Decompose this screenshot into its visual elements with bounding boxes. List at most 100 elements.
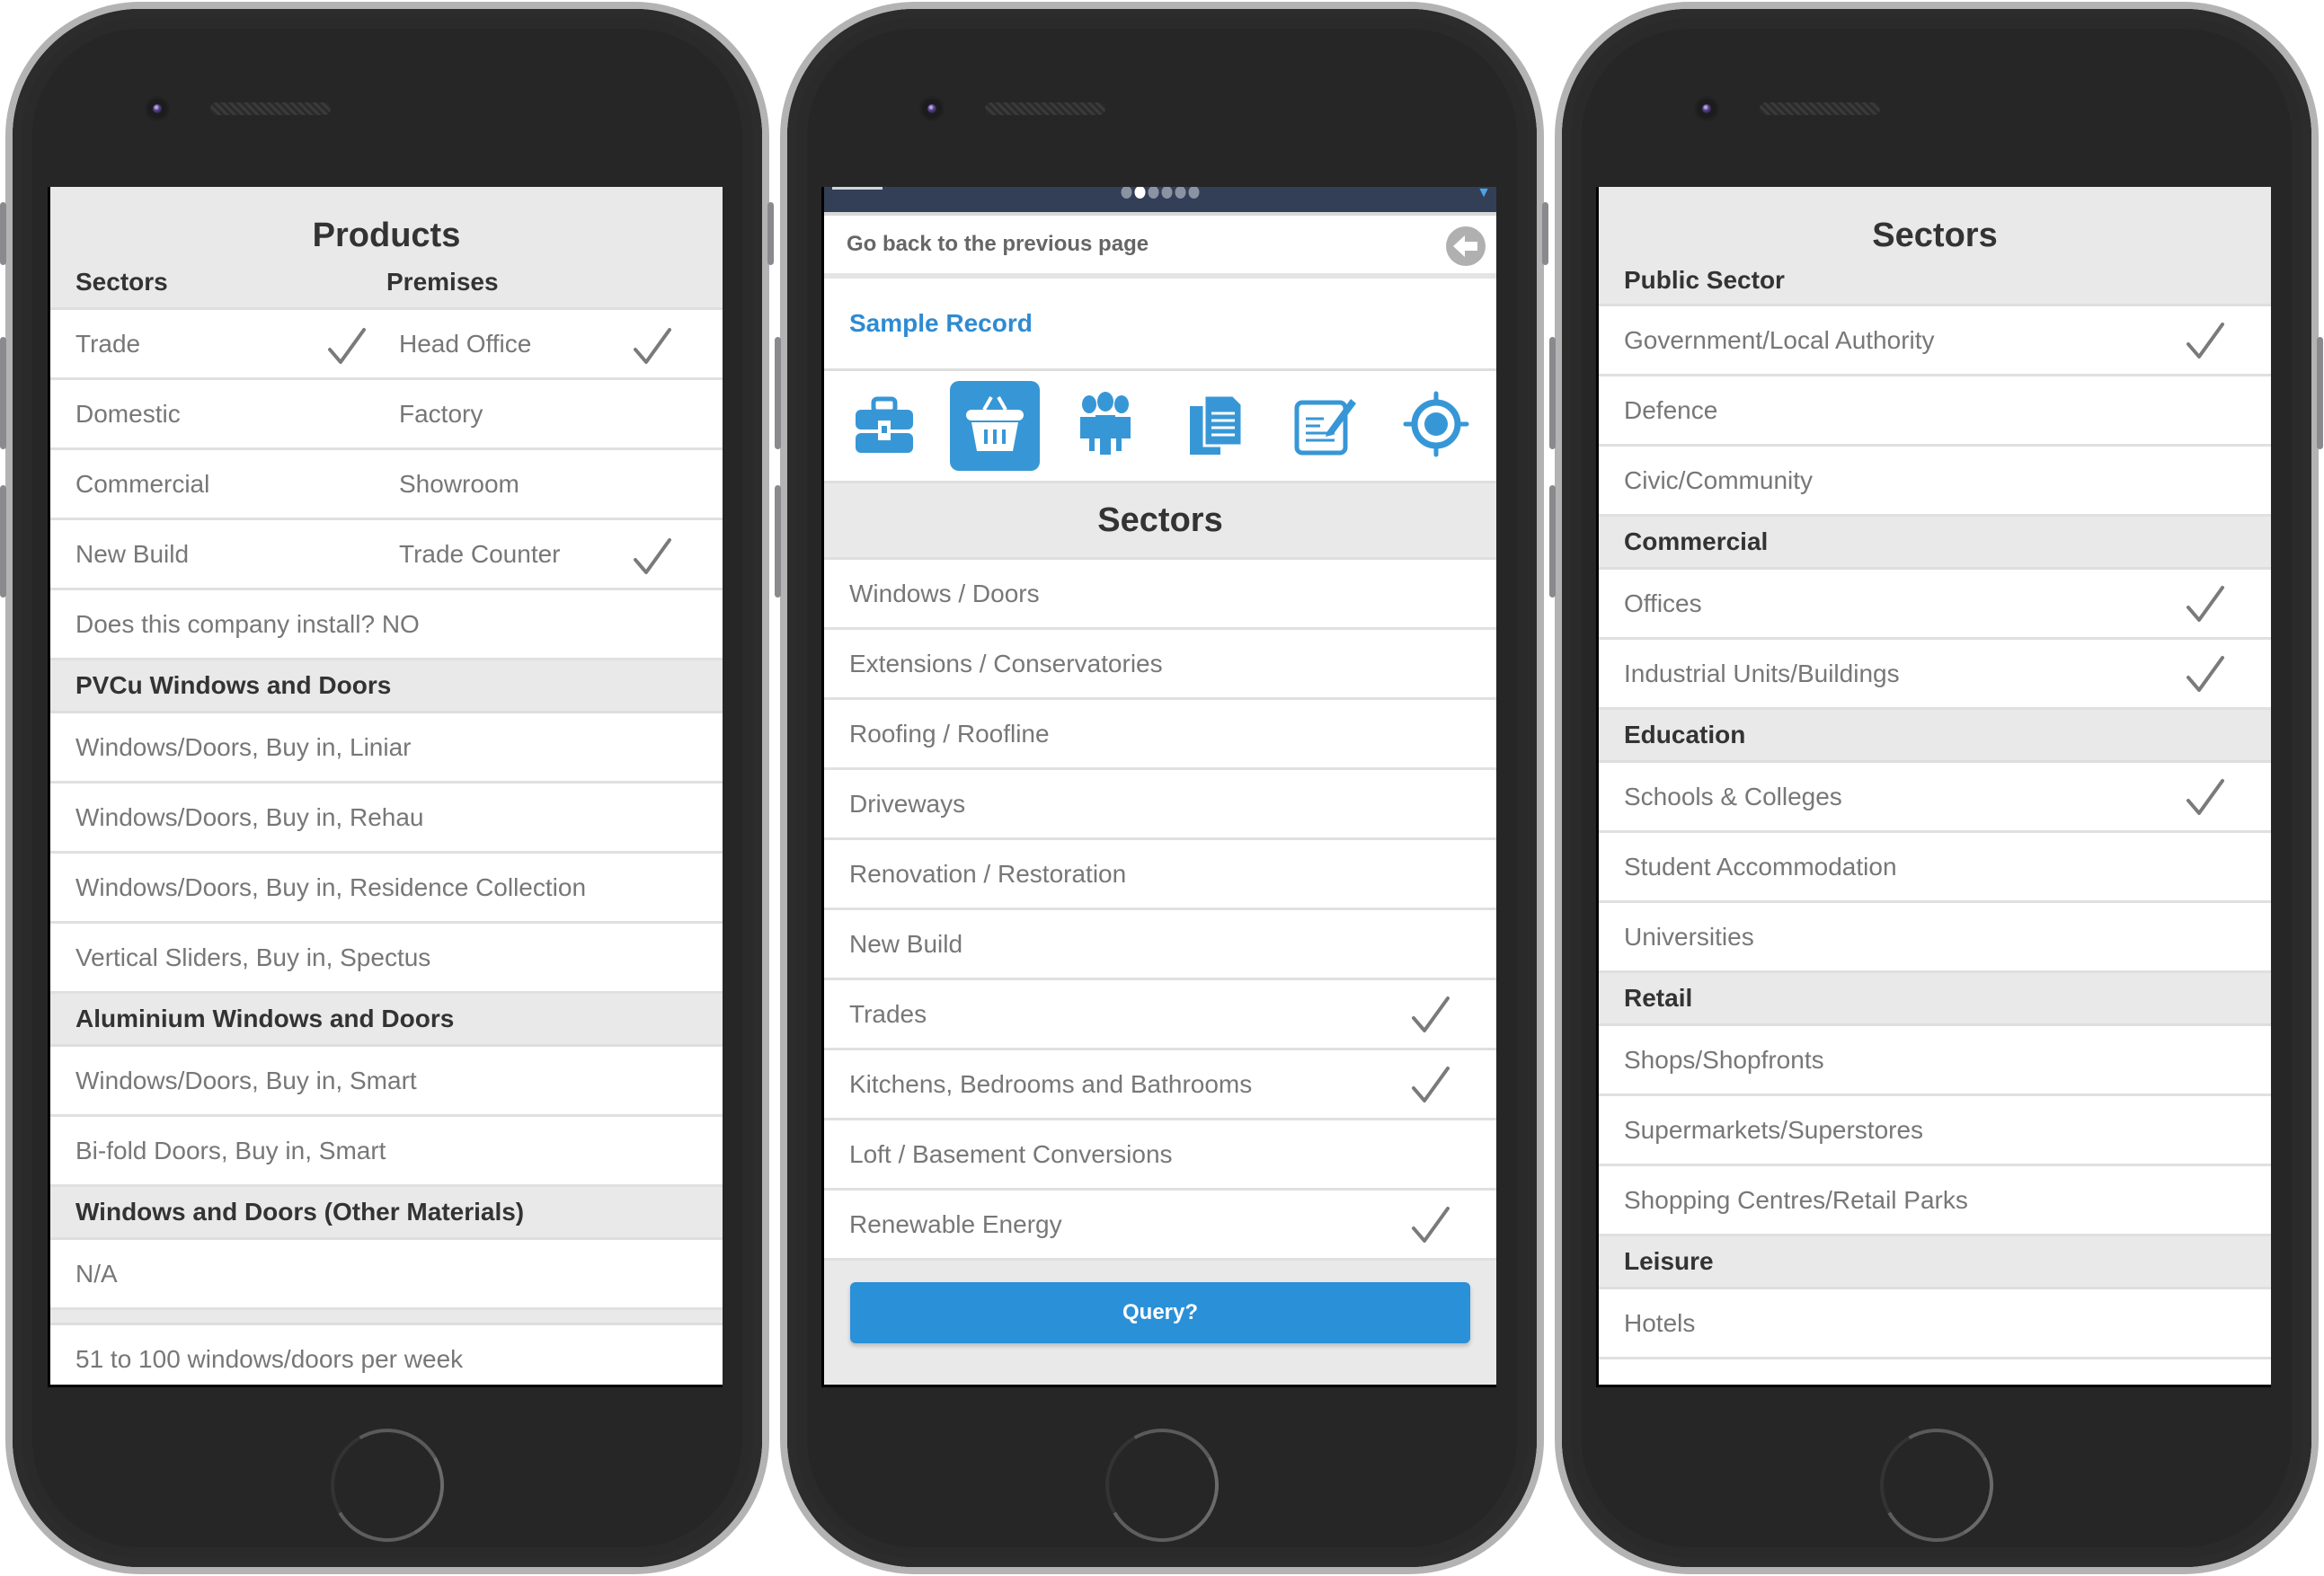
mute-switch (0, 202, 6, 265)
target-tab[interactable] (1391, 381, 1481, 471)
back-bar[interactable]: Go back to the previous page (824, 216, 1496, 279)
sector-item[interactable]: Roofing / Roofline (824, 700, 1496, 770)
documents-icon (1181, 390, 1249, 463)
home-button[interactable] (317, 1415, 457, 1555)
sector-item[interactable]: Schools & Colleges (1599, 763, 2271, 833)
volume-up-button (1549, 337, 1556, 449)
sector-label: Domestic (75, 399, 181, 428)
sector-item[interactable]: Industrial Units/Buildings (1599, 640, 2271, 710)
page-dot[interactable] (1121, 187, 1132, 199)
checkmark-icon (1408, 1063, 1451, 1106)
checkmark-icon (2183, 652, 2226, 695)
list-item[interactable]: Windows/Doors, Buy in, Smart (50, 1047, 723, 1117)
premises-cell[interactable]: Factory (399, 400, 723, 429)
premises-cell[interactable]: Head Office (399, 327, 723, 364)
premises-label: Trade Counter (399, 539, 561, 568)
group-header: PVCu Windows and Doors (50, 660, 723, 713)
sector-item[interactable]: Shops/Shopfronts (1599, 1026, 2271, 1096)
sector-label: New Build (75, 539, 190, 568)
sector-item[interactable]: Kitchens, Bedrooms and Bathrooms (824, 1050, 1496, 1120)
sector-item[interactable]: Driveways (824, 770, 1496, 840)
basket-tab[interactable] (949, 381, 1040, 471)
sector-item[interactable]: Loft / Basement Conversions (824, 1120, 1496, 1191)
power-button (1542, 202, 1548, 265)
sector-item-label: Renovation / Restoration (849, 859, 1127, 888)
list-item[interactable]: Windows/Doors, Buy in, Liniar (50, 713, 723, 784)
sector-item[interactable]: Government/Local Authority (1599, 306, 2271, 376)
sector-cell[interactable]: New Build (75, 540, 399, 569)
group-header: Aluminium Windows and Doors (50, 994, 723, 1047)
back-arrow-icon[interactable] (1446, 226, 1486, 266)
sector-item-label: Extensions / Conservatories (849, 649, 1163, 677)
briefcase-tab[interactable] (839, 381, 929, 471)
sectors-screen: Sectors Public Sector Government/Local Au… (1596, 187, 2271, 1387)
column-header-sectors: Sectors (75, 268, 168, 296)
premises-cell[interactable]: Trade Counter (399, 537, 723, 574)
sector-item[interactable]: Student Accommodation (1599, 833, 2271, 903)
list-item-label: Bi-fold Doors, Buy in, Smart (75, 1136, 386, 1164)
section-title: Sectors (824, 483, 1496, 560)
record-name[interactable]: Sample Record (824, 279, 1496, 371)
sector-item[interactable]: Universities (1599, 903, 2271, 973)
sector-label: Commercial (75, 469, 210, 498)
sector-item-label: Civic/Community (1624, 465, 1814, 494)
list-item-label: Windows/Doors, Buy in, Smart (75, 1066, 417, 1094)
home-button[interactable] (1092, 1415, 1232, 1555)
people-icon (1071, 390, 1140, 463)
sector-label: Trade (75, 329, 141, 358)
two-column-row: Trade Head Office (50, 310, 723, 380)
sector-item-label: Supermarkets/Superstores (1624, 1115, 1924, 1144)
power-button (767, 202, 774, 265)
documents-tab[interactable] (1170, 381, 1260, 471)
page-dot[interactable] (1188, 187, 1200, 199)
list-item[interactable]: Bi-fold Doors, Buy in, Smart (50, 1117, 723, 1187)
checkmark-icon (1408, 1203, 1451, 1246)
sector-item[interactable]: Hotels (1599, 1289, 2271, 1359)
people-tab[interactable] (1060, 381, 1150, 471)
edit-note-tab[interactable] (1281, 381, 1370, 471)
sector-item[interactable]: Supermarkets/Superstores (1599, 1096, 2271, 1166)
record-tab-icons (824, 371, 1496, 483)
volume-down-button (0, 485, 6, 598)
volume-down-button (775, 485, 781, 598)
page-dot[interactable] (1175, 187, 1186, 199)
page-dot[interactable] (1148, 187, 1159, 199)
page-dot[interactable] (1134, 187, 1146, 199)
back-label: Go back to the previous page (847, 232, 1149, 256)
page-indicator (1121, 187, 1200, 199)
sector-item-label: Roofing / Roofline (849, 719, 1050, 748)
sector-item[interactable]: Offices (1599, 570, 2271, 640)
list-item[interactable]: N/A (50, 1240, 723, 1310)
query-button[interactable]: Query? (850, 1282, 1470, 1343)
list-item[interactable]: Vertical Sliders, Buy in, Spectus (50, 924, 723, 994)
two-column-row: Commercial Showroom (50, 450, 723, 520)
sector-item-label: Loft / Basement Conversions (849, 1139, 1173, 1168)
sector-item[interactable]: Trades (824, 980, 1496, 1050)
two-column-row: Domestic Factory (50, 380, 723, 450)
sector-item[interactable]: Windows / Doors (824, 560, 1496, 630)
home-button[interactable] (1867, 1415, 2007, 1555)
footer: Query? (824, 1261, 1496, 1385)
sector-item[interactable]: Extensions / Conservatories (824, 630, 1496, 700)
sector-item[interactable]: Civic/Community (1599, 447, 2271, 517)
sectors-header: Sectors (1599, 187, 2271, 257)
sector-item[interactable]: Defence (1599, 376, 2271, 447)
sector-cell[interactable]: Trade (75, 327, 399, 364)
group-header: Commercial (1599, 517, 2271, 570)
sector-item-label: Student Accommodation (1624, 852, 1897, 881)
chevron-down-icon[interactable]: ▼ (1477, 187, 1491, 201)
sector-cell[interactable]: Commercial (75, 470, 399, 499)
sector-item[interactable]: Renovation / Restoration (824, 840, 1496, 910)
page-dot[interactable] (1161, 187, 1173, 199)
list-item[interactable]: Windows/Doors, Buy in, Rehau (50, 784, 723, 854)
premises-cell[interactable]: Showroom (399, 470, 723, 499)
sector-cell[interactable]: Domestic (75, 400, 399, 429)
earpiece-speaker (1760, 102, 1880, 115)
sector-item[interactable]: New Build (824, 910, 1496, 980)
sector-item[interactable]: Renewable Energy (824, 1191, 1496, 1261)
sector-item[interactable]: Shopping Centres/Retail Parks (1599, 1166, 2271, 1236)
volume-up-button (0, 337, 6, 449)
list-item[interactable]: Windows/Doors, Buy in, Residence Collect… (50, 854, 723, 924)
menu-icon[interactable] (832, 187, 883, 190)
products-screen: Products Sectors Premises Trade Head Offi… (48, 187, 723, 1387)
